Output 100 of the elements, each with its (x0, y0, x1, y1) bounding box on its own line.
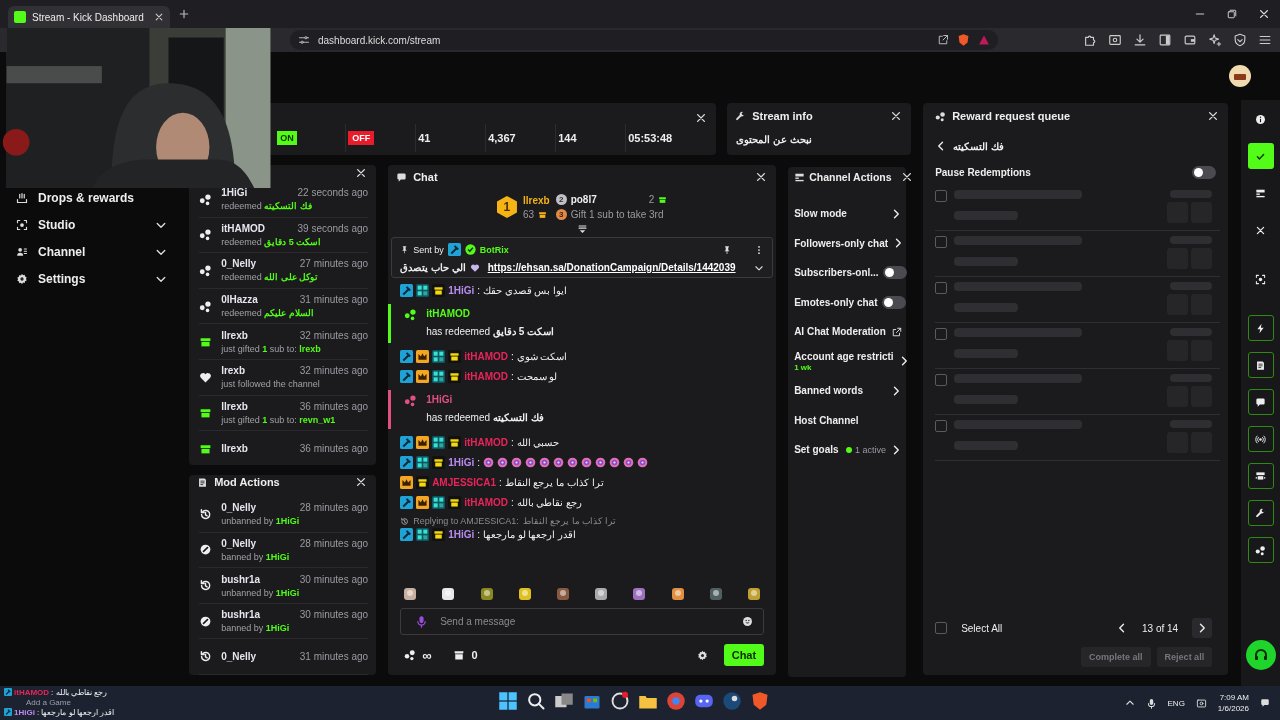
address-bar[interactable]: dashboard.kick.com/stream (290, 30, 998, 50)
timestamp: 28 minutes ago (299, 502, 369, 514)
reply-icon (400, 516, 410, 526)
collapse-icon[interactable] (576, 224, 588, 235)
screenshot-icon[interactable] (1108, 33, 1122, 47)
toggle-switch[interactable] (1192, 165, 1217, 179)
share-icon[interactable] (937, 34, 949, 46)
gift-icon (199, 406, 213, 420)
next-button[interactable] (1192, 618, 1213, 638)
checkbox[interactable] (935, 190, 948, 202)
browser-icon[interactable] (666, 691, 686, 711)
channel-action-item[interactable]: Host Channel (794, 405, 907, 435)
donut-emote-icon (553, 457, 565, 468)
document-button[interactable] (1247, 352, 1274, 378)
tile-badge-icon (416, 528, 430, 541)
hammer-badge-icon (447, 243, 461, 256)
browser-tab[interactable]: Stream - Kick Dashboard (8, 6, 170, 28)
checkbox[interactable] (935, 236, 948, 248)
ban-icon (199, 614, 213, 628)
verified-icon (464, 244, 476, 255)
checkbox[interactable] (935, 328, 948, 340)
message-input[interactable]: Send a message (440, 616, 731, 627)
chevron-up-icon[interactable] (1124, 698, 1135, 708)
avatar-icon[interactable] (1229, 65, 1251, 87)
support-button[interactable] (1245, 640, 1276, 670)
camera-button[interactable] (1247, 463, 1274, 489)
site-logo-icon (14, 11, 26, 23)
sidebar-icon[interactable] (1158, 33, 1172, 47)
notification-icon[interactable] (1260, 698, 1270, 708)
channel-action-item[interactable]: Slow mode (794, 199, 907, 229)
nav-item[interactable]: Settings (16, 265, 168, 292)
language-indicator[interactable]: ENG (1167, 698, 1185, 708)
donut-emote-icon (637, 457, 649, 468)
bubbles-icon (1255, 544, 1267, 556)
new-tab-icon[interactable] (178, 8, 190, 20)
chat-button[interactable] (1247, 389, 1274, 415)
emote-icon[interactable] (707, 586, 724, 602)
emote-icon[interactable] (631, 586, 648, 602)
message-field[interactable]: Send a message (400, 608, 765, 635)
emote-icon[interactable] (516, 586, 533, 602)
message-text: : رجع نقاطي بالله (511, 497, 583, 508)
tile-badge-icon (416, 284, 430, 297)
channel-action-item[interactable]: Followers-only chat (794, 228, 907, 258)
puzzle-icon[interactable] (1083, 33, 1097, 47)
channel-action-item[interactable]: Account age restricti 1 wk (794, 346, 907, 376)
rank-badge: 2 (555, 194, 567, 205)
toggle-switch[interactable] (882, 266, 907, 280)
ban-icon (199, 543, 213, 557)
nav-item[interactable]: Studio (16, 211, 168, 238)
hammer-badge-icon (400, 284, 414, 297)
toggle-switch[interactable] (881, 295, 906, 309)
username: AMJESSICA1 (432, 477, 497, 488)
monitor-icon[interactable] (1195, 697, 1207, 709)
menu-icon[interactable] (1258, 33, 1272, 47)
pin-icon (400, 245, 410, 254)
clock[interactable]: 7:09 AM 1/6/2026 (1217, 692, 1249, 714)
emote-icon[interactable] (593, 586, 610, 602)
checkbox[interactable] (935, 374, 948, 386)
crown-badge-icon (416, 496, 430, 509)
start-icon[interactable] (498, 691, 518, 711)
bubbles-button[interactable] (1247, 537, 1274, 563)
emote-icon[interactable] (669, 586, 686, 602)
channel-action-item[interactable]: AI Chat Moderation (794, 317, 907, 347)
emote-icon[interactable] (555, 586, 571, 602)
wallet-icon[interactable] (1183, 33, 1197, 47)
detail-text: 1 wk (794, 362, 813, 372)
close-icon (755, 171, 768, 183)
emote-icon[interactable] (440, 586, 457, 602)
settings-button[interactable] (696, 649, 708, 661)
nav-item[interactable]: Channel (16, 238, 168, 265)
emote-icon[interactable] (402, 586, 419, 602)
download-icon[interactable] (1133, 33, 1147, 47)
donation-link[interactable]: https://ehsan.sa/DonationCampaign/Details/1442039 (487, 262, 736, 273)
shield-icon[interactable] (957, 33, 970, 47)
wrench-button[interactable] (1247, 500, 1274, 526)
emote-icon[interactable] (746, 586, 763, 602)
emoji-icon[interactable] (742, 616, 754, 627)
shield-outline-icon[interactable] (1233, 33, 1247, 47)
checkbox[interactable] (935, 622, 948, 634)
wrench-icon (1255, 507, 1267, 519)
shop-icon[interactable] (453, 649, 466, 661)
timestamp: 36 minutes ago (299, 400, 369, 412)
search-icon[interactable] (526, 691, 546, 711)
check-button[interactable] (1247, 143, 1274, 169)
checkbox[interactable] (935, 282, 948, 294)
broadcast-button[interactable] (1247, 426, 1274, 452)
send-button[interactable]: Chat (723, 644, 765, 666)
username: po8l7 (570, 194, 597, 205)
triangle-icon[interactable] (978, 34, 990, 46)
emote-icon[interactable] (478, 586, 495, 602)
donut-emote-icon (511, 457, 523, 468)
username: llrexb (522, 194, 550, 206)
checkbox[interactable] (935, 420, 948, 432)
username: 1HiGi (426, 394, 454, 407)
channel-action-item[interactable]: Set goals 1 active (794, 435, 907, 465)
sparkle-icon[interactable] (1208, 33, 1222, 47)
bolt-button[interactable] (1247, 315, 1274, 341)
bubbles-icon (199, 264, 213, 277)
nav-item[interactable]: Drops & rewards (16, 184, 168, 211)
channel-action-item[interactable]: Banned words (794, 376, 907, 406)
